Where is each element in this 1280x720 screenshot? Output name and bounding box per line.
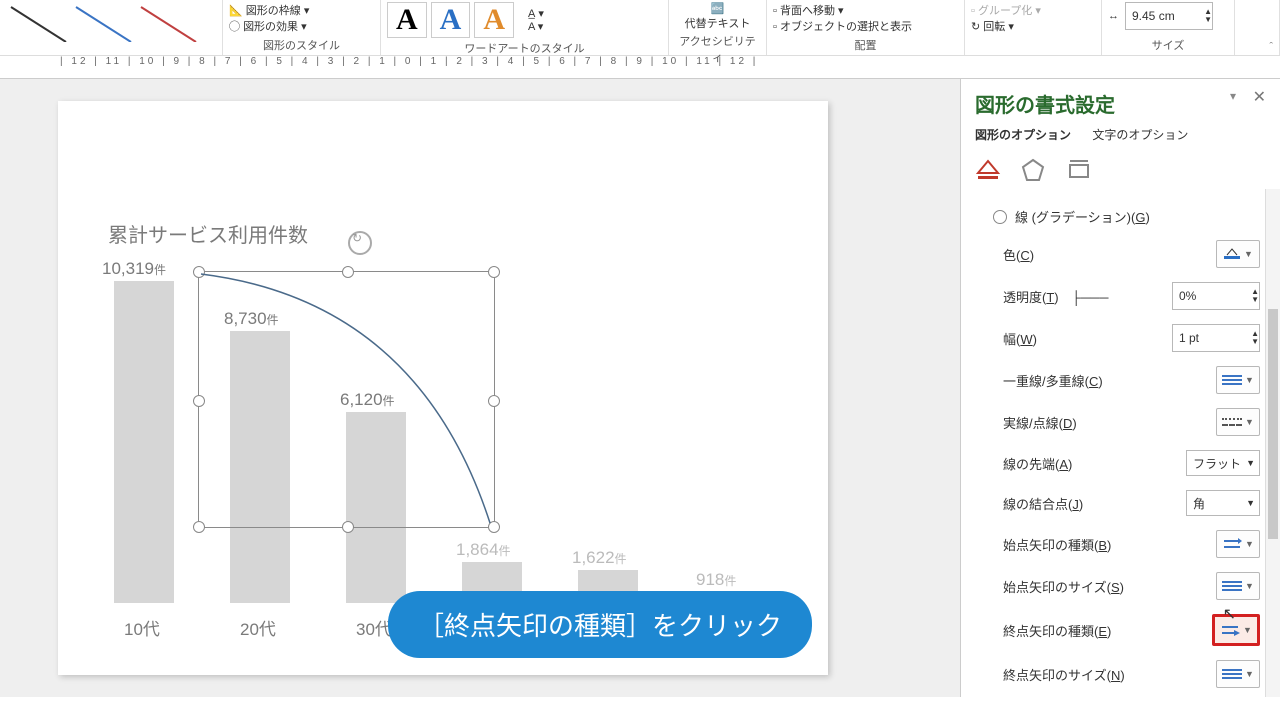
scrollbar-thumb[interactable] <box>1268 309 1278 539</box>
fill-line-icon[interactable] <box>975 157 1001 183</box>
wordart-preset-3[interactable]: A <box>474 2 514 38</box>
selection-pane-btn[interactable]: ▫ オブジェクトの選択と表示 <box>773 18 958 34</box>
ribbon: 📐 図形の枠線 ▾ ◯ 図形の効果 ▾ 図形のスタイル A A A A̲ ▾A … <box>0 0 1280 56</box>
resize-handle[interactable] <box>193 395 205 407</box>
ribbon-accessibility-group: 🔤代替テキスト アクセシビリティ <box>669 0 767 55</box>
fp-width: 幅(W) 1 pt▲▼ <box>975 317 1270 359</box>
ribbon-size-group: ↔ 9.45 cm▲▼ サイズ <box>1102 0 1235 55</box>
rotate-handle-icon[interactable] <box>348 231 372 255</box>
radio-line-gradient[interactable]: 線 (グラデーション)(G) <box>975 200 1270 233</box>
mouse-cursor-icon: ↖ <box>1223 604 1236 624</box>
resize-handle[interactable] <box>488 521 500 533</box>
ribbon-wordart-group: A A A A̲ ▾A ▾ ワードアートのスタイル <box>381 0 669 55</box>
end-arrow-size-btn[interactable]: ▼ <box>1216 660 1260 688</box>
group-btn[interactable]: ▫ グループ化 ▾ <box>971 2 1095 18</box>
data-label-4: 1,622件 <box>572 548 627 568</box>
workspace: 累計サービス利用件数 10,319件 8,730件 6,120件 1,864件 … <box>0 79 1280 697</box>
tab-text-options[interactable]: 文字のオプション <box>1092 128 1188 142</box>
pane-menu-icon[interactable]: ▾ <box>1230 89 1236 103</box>
data-label-3: 1,864件 <box>456 540 511 560</box>
fp-end-size: 終点矢印のサイズ(N) ▼ <box>975 653 1270 695</box>
x-label-1: 20代 <box>240 615 276 640</box>
dash-type-btn[interactable]: ▼ <box>1216 408 1260 436</box>
fp-begin-type: 始点矢印の種類(B) ▼ <box>975 523 1270 565</box>
resize-handle[interactable] <box>488 395 500 407</box>
rotate-btn[interactable]: ↻ 回転 ▾ <box>971 18 1095 34</box>
shape-effects-btn[interactable]: ◯ 図形の効果 ▾ <box>229 18 374 34</box>
pane-tabs: 図形のオプション 文字のオプション <box>975 126 1270 153</box>
pane-close-icon[interactable]: ✕ <box>1253 87 1266 107</box>
wordart-preset-2[interactable]: A <box>431 2 471 38</box>
join-combo[interactable]: 角▼ <box>1186 490 1260 516</box>
resize-handle[interactable] <box>488 266 500 278</box>
fp-transparency: 透明度(T) ├─── 0%▲▼ <box>975 275 1270 317</box>
effects-icon[interactable] <box>1020 157 1046 183</box>
group-label-shape-style: 図形のスタイル <box>229 35 374 53</box>
data-label-5: 918件 <box>696 570 736 590</box>
width-spinner[interactable]: 1 pt▲▼ <box>1172 324 1260 352</box>
width-icon: ↔ <box>1108 10 1119 22</box>
chart-title: 累計サービス利用件数 <box>108 219 308 248</box>
resize-handle[interactable] <box>193 266 205 278</box>
fp-cap: 線の先端(A) フラット▼ <box>975 443 1270 483</box>
tab-shape-options[interactable]: 図形のオプション <box>975 128 1071 142</box>
color-picker-btn[interactable]: ▼ <box>1216 240 1260 268</box>
width-spinner[interactable]: 9.45 cm▲▼ <box>1125 2 1213 30</box>
ribbon-arrange-group: ▫ 背面へ移動 ▾ ▫ オブジェクトの選択と表示 配置 <box>767 0 965 55</box>
instruction-callout: ［終点矢印の種類］をクリック <box>388 591 812 658</box>
resize-handle[interactable] <box>193 521 205 533</box>
format-shape-pane: ✕ ▾ 図形の書式設定 図形のオプション 文字のオプション 線 (グラデーション… <box>960 79 1280 697</box>
selection-box[interactable] <box>198 271 495 528</box>
fp-begin-size: 始点矢印のサイズ(S) ▼ <box>975 565 1270 607</box>
wordart-preset-1[interactable]: A <box>387 2 427 38</box>
begin-arrow-size-btn[interactable]: ▼ <box>1216 572 1260 600</box>
ribbon-collapse[interactable]: ˆ <box>1235 0 1280 55</box>
resize-handle[interactable] <box>342 521 354 533</box>
group-label-wordart: ワードアートのスタイル <box>387 38 662 56</box>
x-label-0: 10代 <box>124 615 160 640</box>
fp-join: 線の結合点(J) 角▼ <box>975 483 1270 523</box>
alt-text-btn[interactable]: 🔤代替テキスト <box>675 2 760 31</box>
horizontal-ruler: | 12 | 11 | 10 | 9 | 8 | 7 | 6 | 5 | 4 |… <box>0 56 1280 79</box>
pane-scrollbar[interactable] <box>1265 189 1280 697</box>
resize-handle[interactable] <box>342 266 354 278</box>
group-label-arrange: 配置 <box>773 35 958 53</box>
ribbon-shape-style-group: 📐 図形の枠線 ▾ ◯ 図形の効果 ▾ 図形のスタイル <box>223 0 381 55</box>
fp-compound: 一重線/多重線(C) ▼ <box>975 359 1270 401</box>
transparency-spinner[interactable]: 0%▲▼ <box>1172 282 1260 310</box>
cap-combo[interactable]: フラット▼ <box>1186 450 1260 476</box>
pane-title: 図形の書式設定 <box>975 85 1270 126</box>
end-arrow-type-btn[interactable]: ▼ <box>1212 614 1260 646</box>
fp-dash: 実線/点線(D) ▼ <box>975 401 1270 443</box>
shape-outline-btn[interactable]: 📐 図形の枠線 ▾ <box>229 2 374 18</box>
bar-0 <box>114 281 174 603</box>
fp-color: 色(C) ▼ <box>975 233 1270 275</box>
group-label-size: サイズ <box>1108 35 1228 53</box>
ribbon-group-rotate: ▫ グループ化 ▾ ↻ 回転 ▾ <box>965 0 1102 55</box>
ribbon-preset-area <box>0 0 223 55</box>
slide: 累計サービス利用件数 10,319件 8,730件 6,120件 1,864件 … <box>58 101 828 675</box>
compound-type-btn[interactable]: ▼ <box>1216 366 1260 394</box>
data-label-0: 10,319件 <box>102 259 166 279</box>
slide-canvas[interactable]: 累計サービス利用件数 10,319件 8,730件 6,120件 1,864件 … <box>0 79 960 697</box>
x-label-2: 30代 <box>356 615 392 640</box>
begin-arrow-type-btn[interactable]: ▼ <box>1216 530 1260 558</box>
send-backward-btn[interactable]: ▫ 背面へ移動 ▾ <box>773 2 958 18</box>
size-props-icon[interactable] <box>1066 157 1092 183</box>
pane-category-icons <box>975 153 1270 200</box>
